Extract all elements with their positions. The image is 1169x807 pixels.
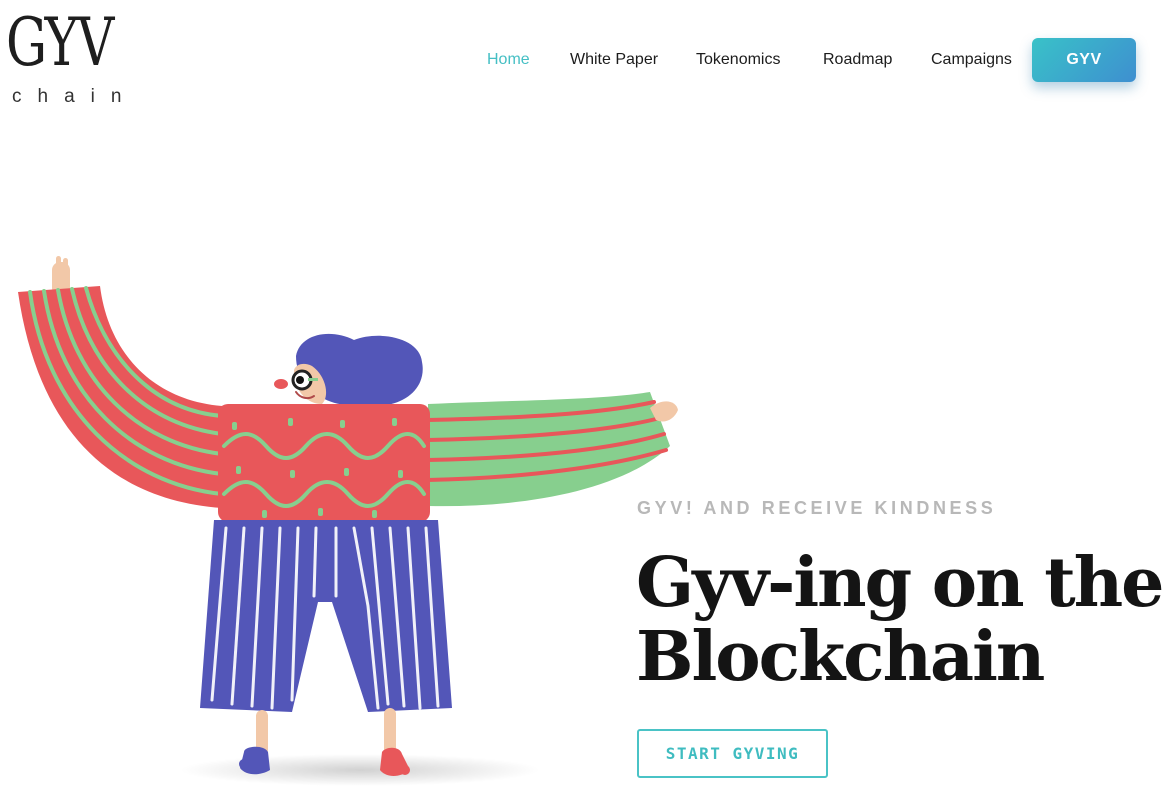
- hero-eyebrow: GYV! AND RECEIVE KINDNESS: [637, 498, 997, 518]
- right-shoe: [380, 747, 410, 776]
- gyv-button[interactable]: GYV: [1032, 38, 1136, 82]
- floor-shadow: [180, 754, 540, 786]
- nav-link-campaigns[interactable]: Campaigns: [931, 38, 1012, 82]
- site-logo[interactable]: GYV chain: [6, 8, 146, 108]
- right-sleeve: [426, 392, 670, 507]
- character-head: [274, 333, 423, 406]
- legs: [256, 708, 396, 756]
- clay-figure-svg: [18, 256, 678, 786]
- nav-link-tokenomics[interactable]: Tokenomics: [696, 38, 780, 82]
- clay-figure-illustration: [0, 250, 690, 802]
- nav-link-home[interactable]: Home: [487, 38, 530, 82]
- nav-link-white-paper[interactable]: White Paper: [570, 38, 658, 82]
- sweater: [218, 404, 430, 522]
- nav-link-roadmap[interactable]: Roadmap: [823, 38, 892, 82]
- start-gyving-button[interactable]: START GYVING: [637, 729, 828, 778]
- hero-headline: Gyv-ing on the Blockchain: [636, 543, 1164, 697]
- pants: [200, 520, 452, 712]
- logo-wordmark: GYV: [6, 4, 114, 81]
- left-shoe: [239, 746, 270, 775]
- left-sleeve: [18, 286, 224, 508]
- logo-subtitle: chain: [12, 86, 138, 107]
